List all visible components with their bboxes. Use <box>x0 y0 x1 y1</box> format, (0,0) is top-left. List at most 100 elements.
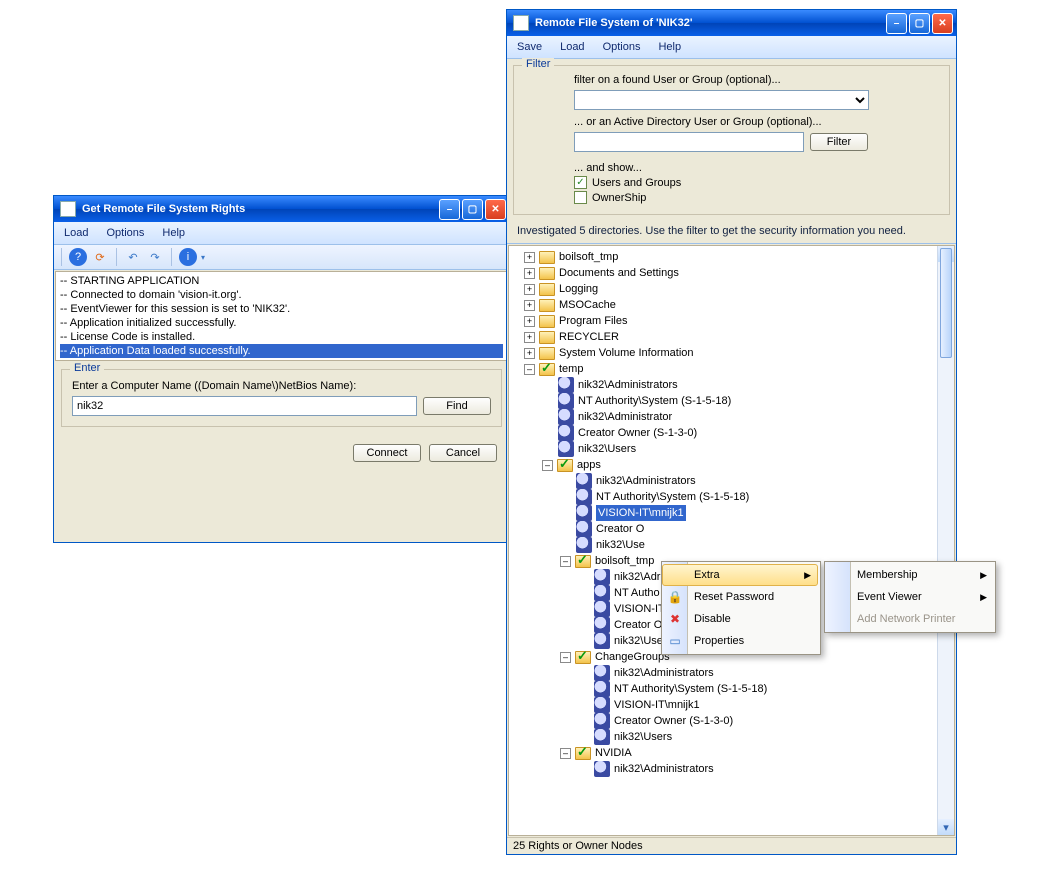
menubar: Load Options Help <box>54 222 509 245</box>
tree-user-node[interactable]: nik32\Administrators <box>512 761 937 777</box>
tree-folder-node[interactable]: +Program Files <box>512 313 937 329</box>
user-icon <box>594 697 610 713</box>
tree-toggle-icon[interactable]: + <box>524 332 535 343</box>
connect-button[interactable]: Connect <box>353 444 421 462</box>
tree-user-node[interactable]: Creator Owner (S-1-3-0) <box>512 425 937 441</box>
tree-toggle-icon[interactable]: – <box>524 364 535 375</box>
tree-user-node[interactable]: nik32\Users <box>512 441 937 457</box>
tree-toggle-icon[interactable]: + <box>524 316 535 327</box>
close-button[interactable]: ✕ <box>485 199 506 220</box>
folder-check-icon <box>557 459 573 472</box>
minimize-button[interactable]: – <box>439 199 460 220</box>
tree-node-label: NT Authority\System (S-1-5-18) <box>578 393 731 409</box>
tree-toggle-icon[interactable]: – <box>560 556 571 567</box>
tree-user-node[interactable]: Creator Owner (S-1-3-0) <box>512 713 937 729</box>
context-menu[interactable]: Extra▶🔒Reset Password✖Disable▭Properties <box>661 561 821 655</box>
minimize-button[interactable]: – <box>886 13 907 34</box>
close-button[interactable]: ✕ <box>932 13 953 34</box>
filter-button[interactable]: Filter <box>810 133 868 151</box>
chk-ownership[interactable]: OwnerShip <box>574 191 939 204</box>
tree-toggle-icon[interactable]: + <box>524 252 535 263</box>
tree-user-node[interactable]: VISION-IT\mnijk1 <box>512 697 937 713</box>
tree-user-node[interactable]: NT Authority\System (S-1-5-18) <box>512 393 937 409</box>
tree-toggle-icon[interactable]: + <box>524 268 535 279</box>
scroll-thumb[interactable] <box>940 248 952 358</box>
context-menu-item[interactable]: 🔒Reset Password <box>662 586 818 608</box>
found-user-select[interactable] <box>574 90 869 110</box>
tree-user-node[interactable]: nik32\Users <box>512 729 937 745</box>
user-icon <box>594 713 610 729</box>
folder-icon <box>539 331 555 344</box>
tree-node-label: nik32\Use <box>596 537 645 553</box>
menubar: Save Load Options Help <box>507 36 956 59</box>
user-icon <box>558 409 574 425</box>
info-icon[interactable]: i <box>179 248 197 266</box>
tree-folder-node[interactable]: +boilsoft_tmp <box>512 249 937 265</box>
tree-user-node[interactable]: NT Authority\System (S-1-5-18) <box>512 681 937 697</box>
tree-node-label: ChangeGroups <box>595 649 670 665</box>
scroll-down-icon[interactable]: ▾ <box>938 819 954 835</box>
menu-help[interactable]: Help <box>650 39 689 55</box>
ad-user-input[interactable] <box>574 132 804 152</box>
find-button[interactable]: Find <box>423 397 491 415</box>
undo-icon[interactable]: ↶ <box>124 248 142 266</box>
context-menu-item[interactable]: Membership▶ <box>825 564 993 586</box>
tree-user-node[interactable]: NT Authority\System (S-1-5-18) <box>512 489 937 505</box>
menu-load[interactable]: Load <box>56 225 96 241</box>
context-menu-item[interactable]: ▭Properties <box>662 630 818 652</box>
redo-icon[interactable]: ↷ <box>146 248 164 266</box>
context-menu-item[interactable]: Event Viewer▶ <box>825 586 993 608</box>
maximize-button[interactable]: ▢ <box>462 199 483 220</box>
folder-check-icon <box>539 363 555 376</box>
titlebar[interactable]: Get Remote File System Rights – ▢ ✕ <box>54 196 509 222</box>
tree-node-label: RECYCLER <box>559 329 619 345</box>
maximize-button[interactable]: ▢ <box>909 13 930 34</box>
tree-node-label: Creator O <box>596 521 644 537</box>
tree-toggle-icon[interactable]: + <box>524 348 535 359</box>
tree-toggle-icon[interactable]: – <box>560 652 571 663</box>
context-submenu[interactable]: Membership▶Event Viewer▶Add Network Prin… <box>824 561 996 633</box>
tree-folder-node[interactable]: –temp <box>512 361 937 377</box>
folder-icon <box>539 251 555 264</box>
folder-check-icon <box>575 651 591 664</box>
context-menu-item[interactable]: Extra▶ <box>662 564 818 586</box>
tree-folder-node[interactable]: –apps <box>512 457 937 473</box>
help-icon[interactable]: ? <box>69 248 87 266</box>
tree-user-node[interactable]: VISION-IT\mnijk1 <box>512 505 937 521</box>
tree-toggle-icon[interactable]: – <box>542 460 553 471</box>
tree-user-node[interactable]: nik32\Administrators <box>512 473 937 489</box>
menu-save[interactable]: Save <box>509 39 550 55</box>
tree-user-node[interactable]: nik32\Administrator <box>512 409 937 425</box>
tree-toggle-icon[interactable]: + <box>524 300 535 311</box>
user-icon <box>558 393 574 409</box>
cancel-button[interactable]: Cancel <box>429 444 497 462</box>
menu-options[interactable]: Options <box>595 39 649 55</box>
tree-toggle-icon[interactable]: – <box>560 748 571 759</box>
filter-label-1: filter on a found User or Group (optiona… <box>574 74 939 86</box>
scrollbar[interactable]: ▴ ▾ <box>937 246 954 835</box>
tree-user-node[interactable]: nik32\Use <box>512 537 937 553</box>
tree-folder-node[interactable]: +Logging <box>512 281 937 297</box>
menu-options[interactable]: Options <box>98 225 152 241</box>
tree-user-node[interactable]: nik32\Administrators <box>512 665 937 681</box>
titlebar[interactable]: Remote File System of 'NIK32' – ▢ ✕ <box>507 10 956 36</box>
app-icon <box>60 201 76 217</box>
refresh-icon[interactable]: ⟳ <box>91 248 109 266</box>
tree-user-node[interactable]: Creator O <box>512 521 937 537</box>
filter-label-2: ... or an Active Directory User or Group… <box>574 116 939 128</box>
computer-name-input[interactable] <box>72 396 417 416</box>
menu-load[interactable]: Load <box>552 39 592 55</box>
tree-folder-node[interactable]: + RECYCLER <box>512 329 937 345</box>
context-menu-label: Reset Password <box>694 591 774 603</box>
tree-toggle-icon[interactable]: + <box>524 284 535 295</box>
menu-help[interactable]: Help <box>154 225 193 241</box>
chk-users-groups[interactable]: ✓Users and Groups <box>574 176 939 189</box>
context-menu-item[interactable]: ✖Disable <box>662 608 818 630</box>
tree-folder-node[interactable]: +System Volume Information <box>512 345 937 361</box>
tree-user-node[interactable]: nik32\Administrators <box>512 377 937 393</box>
tree-folder-node[interactable]: –NVIDIA <box>512 745 937 761</box>
tree-folder-node[interactable]: +Documents and Settings <box>512 265 937 281</box>
tree-view[interactable]: +boilsoft_tmp+Documents and Settings+Log… <box>509 246 937 835</box>
tree-folder-node[interactable]: +MSOCache <box>512 297 937 313</box>
user-icon <box>594 617 610 633</box>
